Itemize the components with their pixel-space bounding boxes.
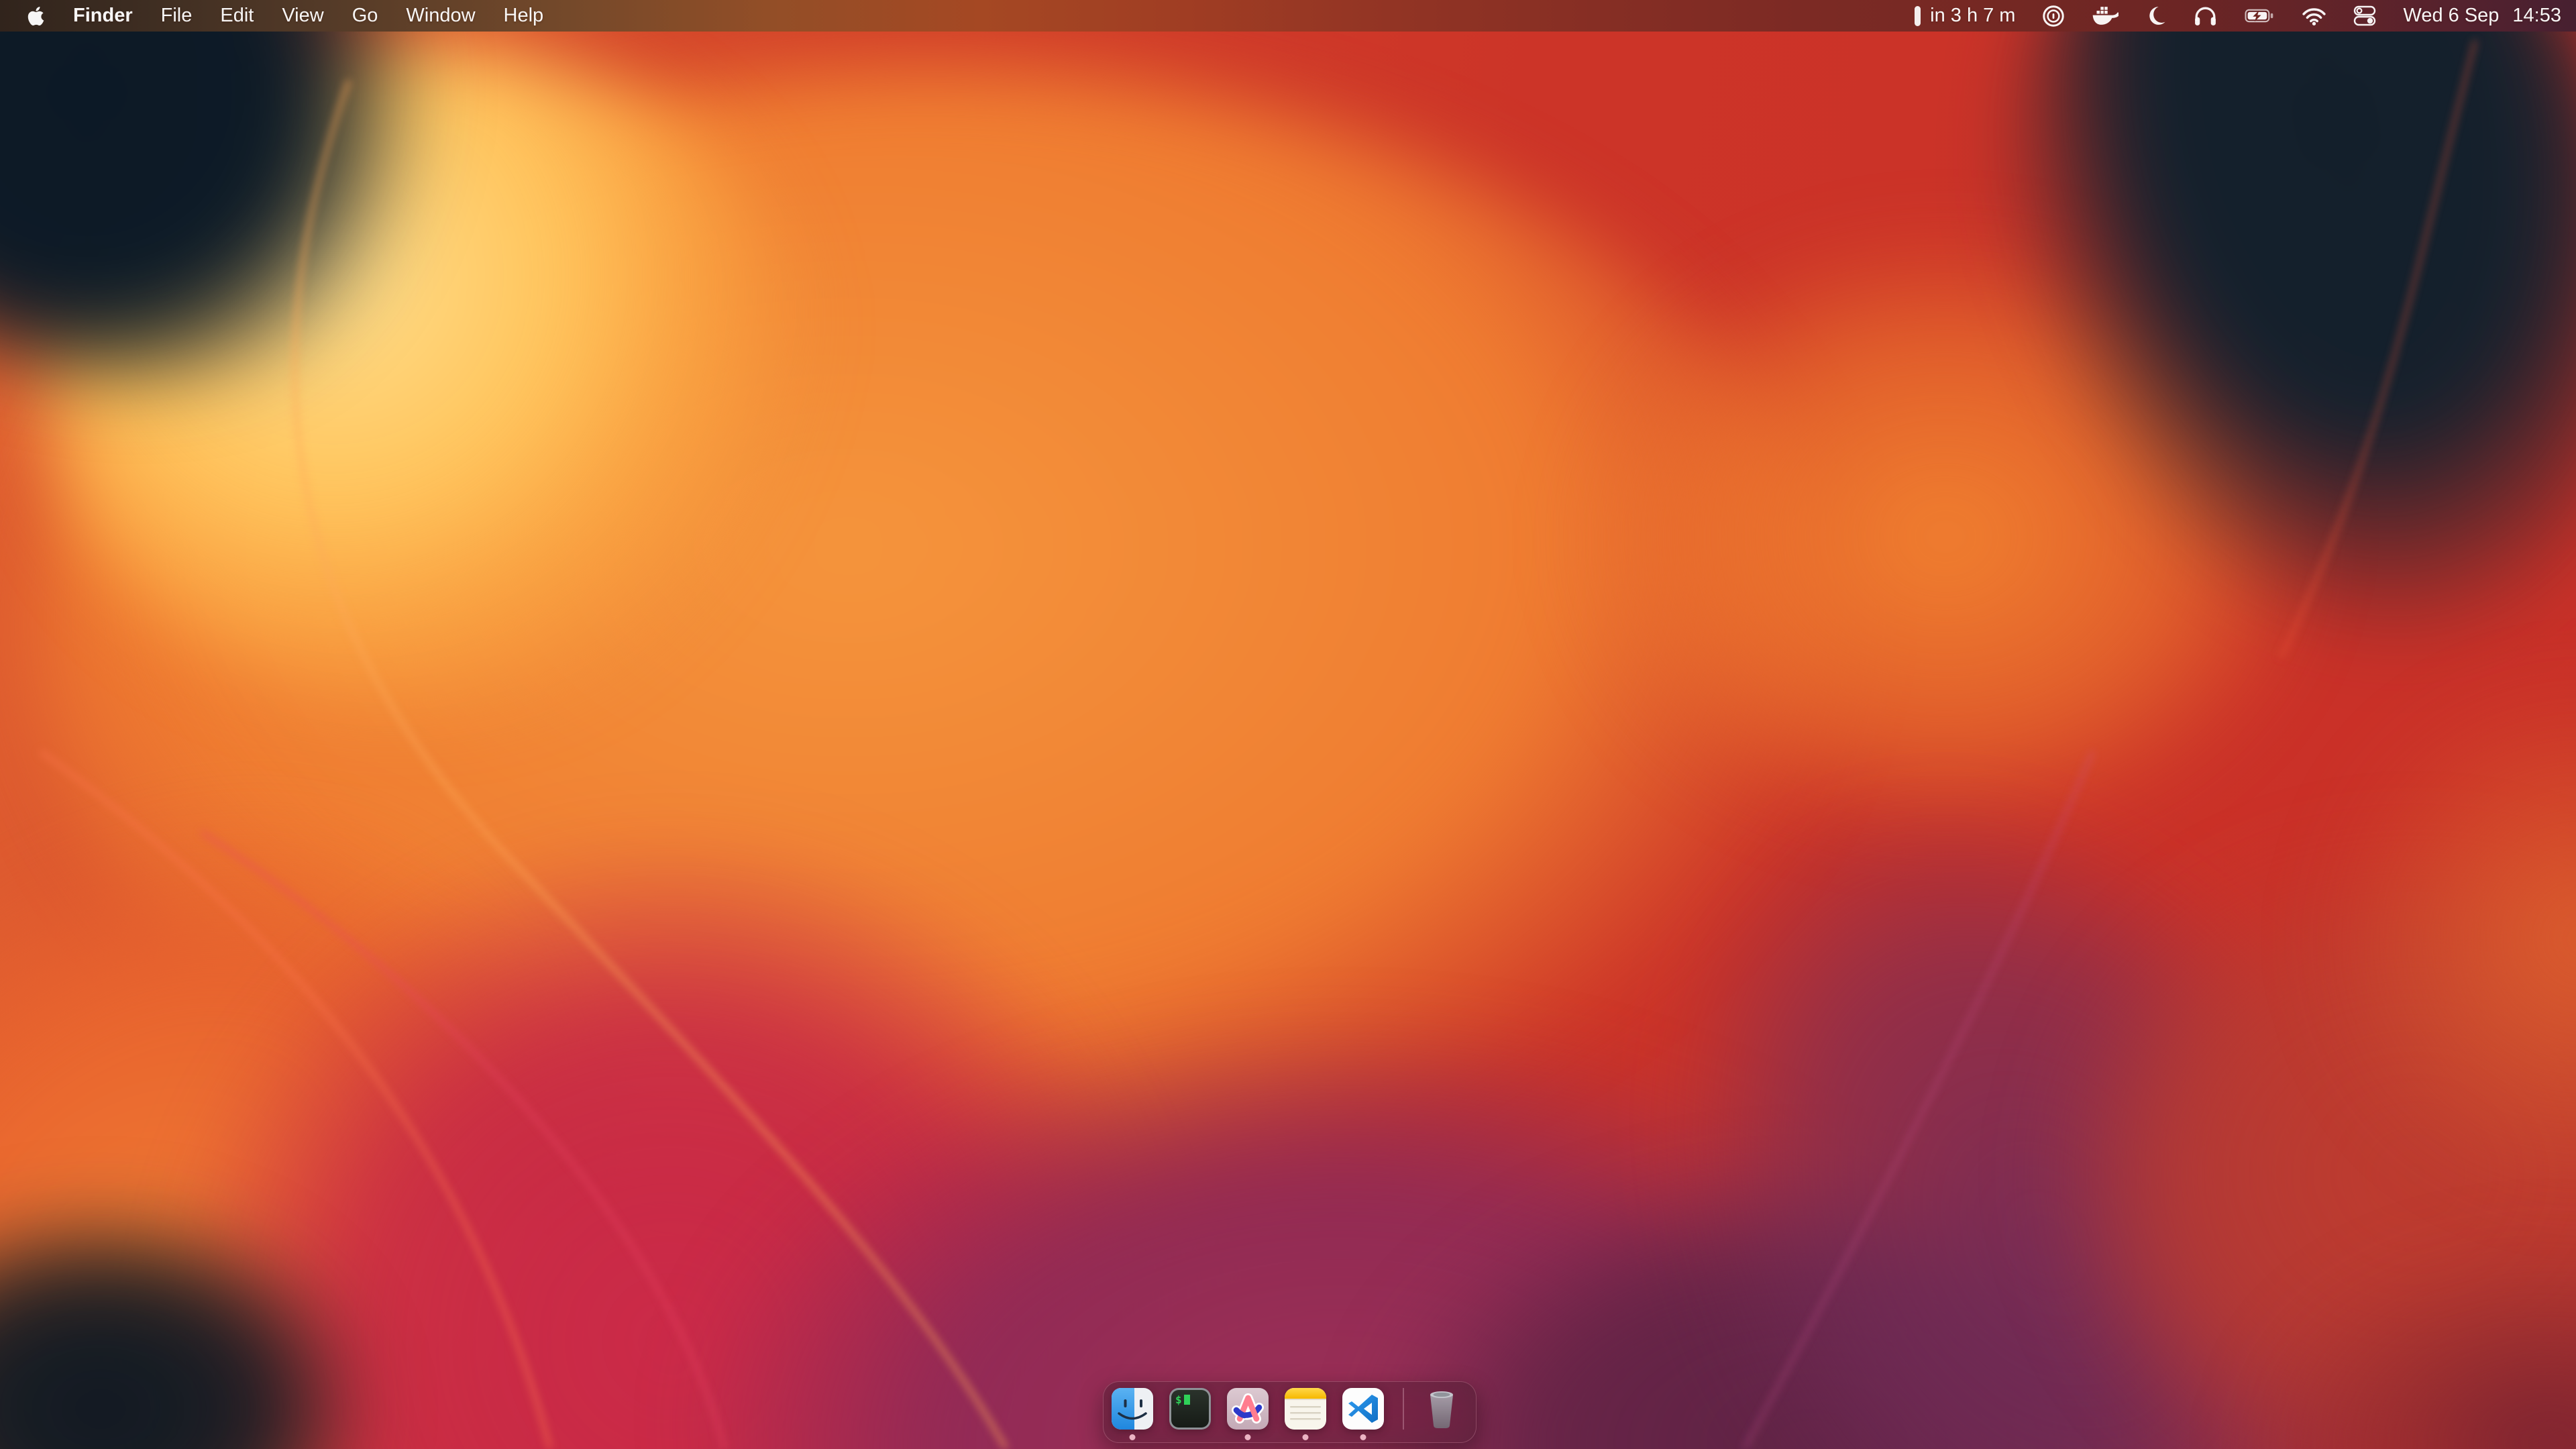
clock-date: Wed 6 Sep (2403, 5, 2499, 27)
running-indicator-dot (1303, 1434, 1309, 1440)
menu-bar-status-area: in 3 h 7 m (1915, 5, 2561, 28)
battery-charging-icon[interactable] (2245, 8, 2275, 23)
menu-bar-left: Finder File Edit View Go Window Help (27, 5, 543, 27)
dock-item-finder[interactable] (1112, 1388, 1153, 1430)
wallpaper (0, 0, 2576, 1449)
menu-help[interactable]: Help (504, 5, 544, 27)
menu-app-name[interactable]: Finder (73, 5, 133, 27)
countdown-text: in 3 h 7 m (1930, 5, 2015, 27)
finder-icon (1112, 1388, 1153, 1430)
trash-icon (1423, 1388, 1460, 1430)
dock-item-trash[interactable] (1423, 1388, 1460, 1430)
countdown-pill-icon (1915, 6, 1921, 26)
arc-browser-icon (1227, 1388, 1269, 1430)
docker-icon[interactable] (2092, 5, 2118, 26)
menu-bar-clock[interactable]: Wed 6 Sep 14:53 (2403, 5, 2561, 27)
running-indicator-dot (1130, 1434, 1136, 1440)
dock-item-terminal[interactable]: $ (1169, 1388, 1211, 1430)
running-indicator-dot (1245, 1434, 1251, 1440)
headphones-icon[interactable] (2193, 5, 2218, 26)
menu-go[interactable]: Go (352, 5, 378, 27)
vscode-icon (1342, 1388, 1384, 1430)
notes-icon (1285, 1388, 1326, 1430)
menu-window[interactable]: Window (406, 5, 475, 27)
dock-item-arc[interactable] (1227, 1388, 1269, 1430)
svg-text:$: $ (1175, 1393, 1182, 1406)
event-countdown[interactable]: in 3 h 7 m (1915, 5, 2015, 27)
dock-item-vscode[interactable] (1342, 1388, 1384, 1430)
apple-icon[interactable] (27, 5, 45, 27)
dock: $ (1103, 1381, 1477, 1443)
running-indicator-dot (1360, 1434, 1366, 1440)
wifi-icon[interactable] (2302, 7, 2326, 25)
menu-edit[interactable]: Edit (220, 5, 254, 27)
dock-item-notes[interactable] (1285, 1388, 1326, 1430)
focus-moon-icon[interactable] (2145, 5, 2166, 26)
1password-icon[interactable] (2042, 5, 2065, 28)
control-center-icon[interactable] (2353, 5, 2376, 26)
menu-file[interactable]: File (161, 5, 193, 27)
wallpaper-ridge-highlights (0, 0, 2576, 1449)
terminal-icon: $ (1169, 1388, 1211, 1430)
dock-separator (1403, 1388, 1404, 1430)
desktop: Finder File Edit View Go Window Help in … (0, 0, 2576, 1449)
clock-time: 14:53 (2512, 5, 2561, 27)
menu-view[interactable]: View (282, 5, 323, 27)
menu-bar: Finder File Edit View Go Window Help in … (0, 0, 2576, 32)
